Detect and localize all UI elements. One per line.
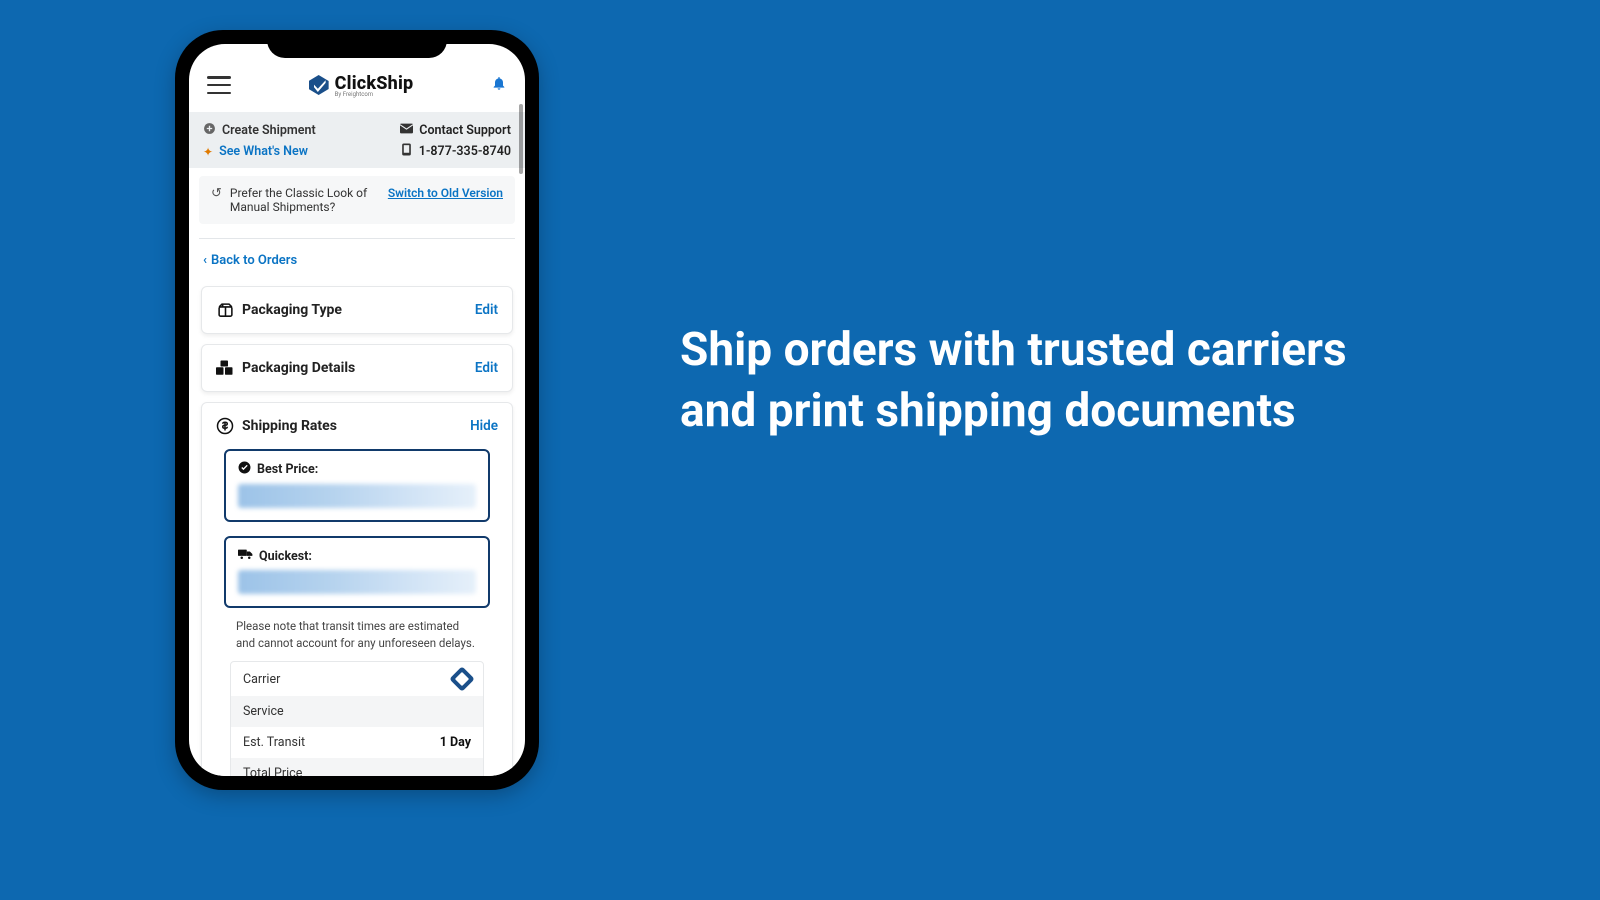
packaging-type-title: Packaging Type	[242, 302, 342, 318]
redacted-rate-detail	[238, 484, 476, 508]
packaging-details-title: Packaging Details	[242, 360, 355, 376]
packaging-type-edit[interactable]: Edit	[475, 302, 498, 318]
chevron-left-icon: ‹	[203, 253, 207, 268]
truck-icon	[238, 548, 253, 564]
logo-text-ship: Ship	[376, 73, 413, 94]
topbar: ClickShip By Freightcom	[189, 58, 525, 112]
scrollbar-thumb[interactable]	[519, 104, 523, 174]
back-to-orders-link[interactable]: ‹ Back to Orders	[189, 239, 525, 276]
best-price-option[interactable]: Best Price:	[224, 449, 490, 522]
see-whats-new-link[interactable]: See What's New	[219, 144, 308, 159]
phone-notch	[267, 30, 447, 58]
packaging-details-card: Packaging Details Edit	[201, 344, 513, 392]
packaging-details-edit[interactable]: Edit	[475, 360, 498, 376]
app-logo[interactable]: ClickShip By Freightcom	[309, 73, 414, 98]
support-phone[interactable]: 1-877-335-8740	[419, 144, 511, 159]
packaging-type-card: Packaging Type Edit	[201, 286, 513, 334]
marketing-headline: Ship orders with trusted carriers and pr…	[680, 320, 1400, 441]
classic-text-line2: Manual Shipments?	[230, 200, 367, 214]
rate-transit-label: Est. Transit	[243, 735, 305, 750]
secondary-bar: Create Shipment Contact Support ✦ See Wh…	[189, 112, 525, 168]
mail-icon	[400, 123, 413, 138]
dollar-circle-icon	[216, 417, 234, 435]
app-screen: ClickShip By Freightcom Create Shipment	[189, 44, 525, 776]
shipping-rates-title: Shipping Rates	[242, 418, 337, 434]
contact-support-link[interactable]: Contact Support	[419, 123, 511, 138]
redacted-rate-detail	[238, 570, 476, 594]
rate-transit-value: 1 Day	[440, 735, 471, 750]
phone-icon	[400, 143, 413, 160]
rate-carrier-label: Carrier	[243, 672, 280, 687]
best-price-label: Best Price:	[257, 462, 318, 477]
switch-old-version-link[interactable]: Switch to Old Version	[388, 186, 503, 200]
rate-table: Carrier Service Est. Transit 1 Day Total…	[230, 661, 484, 776]
quickest-label: Quickest:	[259, 549, 312, 564]
sparkle-icon: ✦	[203, 145, 213, 159]
package-icon	[216, 301, 234, 319]
phone-frame: ClickShip By Freightcom Create Shipment	[175, 30, 539, 790]
create-shipment-link[interactable]: Create Shipment	[222, 123, 316, 138]
carrier-logo-icon	[449, 667, 474, 692]
shipping-rates-card: Shipping Rates Hide Best Price:	[201, 402, 513, 776]
plus-circle-icon	[203, 122, 216, 139]
back-label: Back to Orders	[211, 253, 297, 268]
bell-icon[interactable]	[491, 75, 507, 96]
history-icon: ↺	[211, 186, 222, 214]
check-badge-icon	[238, 461, 251, 478]
quickest-option[interactable]: Quickest:	[224, 536, 490, 608]
rate-service-label: Service	[243, 704, 284, 719]
classic-text-line1: Prefer the Classic Look of	[230, 186, 367, 200]
boxes-icon	[216, 359, 234, 377]
logo-mark-icon	[309, 75, 329, 95]
rate-total-label: Total Price	[243, 766, 302, 776]
menu-icon[interactable]	[207, 76, 231, 94]
transit-note: Please note that transit times are estim…	[216, 608, 498, 653]
shipping-rates-hide[interactable]: Hide	[470, 418, 498, 434]
classic-look-banner: ↺ Prefer the Classic Look of Manual Ship…	[199, 176, 515, 224]
